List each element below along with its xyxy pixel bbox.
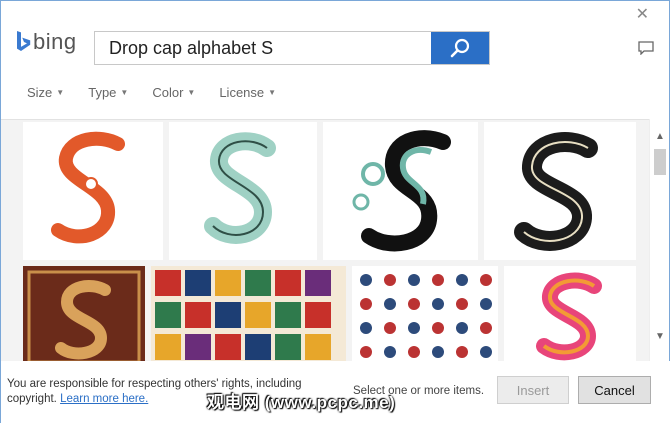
insert-button[interactable]: Insert (497, 376, 569, 404)
scroll-up-arrow-icon[interactable]: ▲ (650, 127, 670, 145)
pink-s-image (536, 272, 602, 361)
size-filter[interactable]: Size ▼ (27, 85, 64, 100)
feedback-icon[interactable] (638, 41, 654, 55)
bing-b-icon (17, 31, 31, 51)
result-black-cream-s[interactable] (484, 122, 636, 260)
search-input[interactable] (95, 32, 431, 64)
insert-pictures-dialog: ✕ bing Size ▼ Type ▼ Color ▼ (0, 0, 670, 423)
bing-wordmark: bing (33, 29, 77, 54)
learn-more-link[interactable]: Learn more here. (60, 393, 148, 405)
chevron-down-icon: ▼ (56, 88, 65, 97)
engraved-s-image (27, 270, 141, 361)
result-pink-orange-s[interactable] (504, 266, 636, 361)
chevron-down-icon: ▼ (187, 88, 196, 97)
flourished-s-image (352, 130, 451, 252)
image-results-grid (1, 119, 651, 361)
size-filter-label: Size (27, 85, 53, 100)
filter-bar: Size ▼ Type ▼ Color ▼ License ▼ (27, 85, 276, 100)
chevron-down-icon: ▼ (120, 88, 129, 97)
result-mint-s[interactable] (169, 122, 317, 260)
cancel-button[interactable]: Cancel (578, 376, 651, 404)
license-filter-label: License (219, 85, 265, 100)
alphabet-sheet-image (155, 270, 331, 360)
search-icon (450, 38, 470, 58)
illuminated-set-image (360, 274, 492, 358)
color-filter[interactable]: Color ▼ (152, 85, 195, 100)
scroll-down-arrow-icon[interactable]: ▼ (650, 327, 670, 345)
ornamental-s-image (51, 131, 125, 244)
result-alphabet-sheet[interactable] (151, 266, 346, 361)
watermark: 观电网 (www.pcpc.me) (207, 393, 396, 412)
result-teal-black-s[interactable] (323, 122, 478, 260)
result-orange-s[interactable] (23, 122, 163, 260)
scroll-thumb[interactable] (654, 149, 666, 175)
search-button[interactable] (431, 32, 489, 64)
black-s-image (514, 132, 598, 251)
close-icon[interactable]: ✕ (636, 7, 649, 23)
license-filter[interactable]: License ▼ (219, 85, 276, 100)
type-filter-label: Type (88, 85, 117, 100)
result-illuminated-set[interactable] (352, 266, 498, 361)
type-filter[interactable]: Type ▼ (88, 85, 128, 100)
chevron-down-icon: ▼ (268, 88, 277, 97)
color-filter-label: Color (152, 85, 184, 100)
results-scrollbar[interactable]: ▲ ▼ (649, 119, 669, 361)
striped-s-image (204, 132, 276, 244)
search-bar (94, 31, 490, 65)
result-engraved-s[interactable] (23, 266, 145, 361)
bing-logo: bing (15, 29, 77, 55)
